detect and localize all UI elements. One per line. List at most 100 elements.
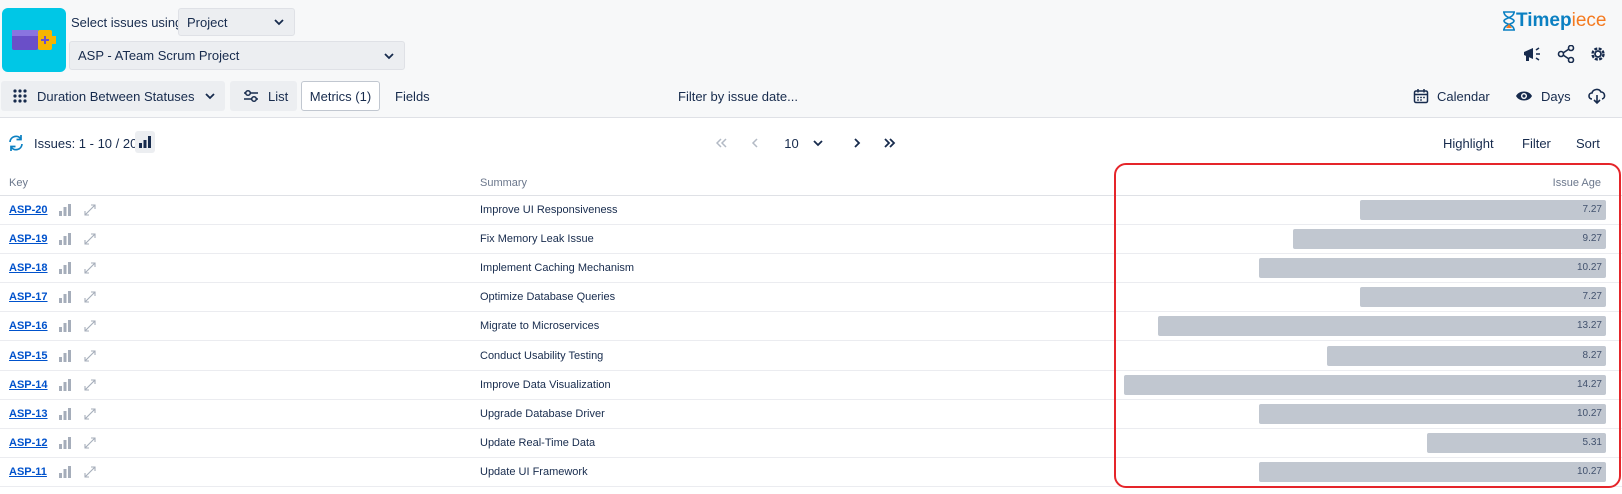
issue-key-link[interactable]: ASP-15 xyxy=(9,350,48,362)
filter-by-date-button[interactable]: Filter by issue date... xyxy=(678,81,818,111)
brand-name-part1: Timep xyxy=(1516,10,1572,31)
expand-icon[interactable] xyxy=(83,203,97,217)
expand-icon[interactable] xyxy=(83,290,97,304)
issue-summary: Migrate to Microservices xyxy=(480,320,600,333)
issue-key-link[interactable]: ASP-19 xyxy=(9,233,48,245)
table-row[interactable]: ASP-14 Improve Data Visualization 14.27 xyxy=(0,371,1622,400)
share-icon[interactable] xyxy=(1556,44,1576,64)
issue-key-link[interactable]: ASP-14 xyxy=(9,379,48,391)
project-dropdown[interactable]: ASP - ATeam Scrum Project xyxy=(69,41,405,70)
issue-summary: Fix Memory Leak Issue xyxy=(480,233,594,246)
table-row[interactable]: ASP-18 Implement Caching Mechanism 10.27 xyxy=(0,254,1622,284)
expand-icon[interactable] xyxy=(83,378,97,392)
bar-chart-icon[interactable] xyxy=(59,320,71,333)
issue-key-link[interactable]: ASP-16 xyxy=(9,320,48,332)
expand-icon[interactable] xyxy=(83,407,97,421)
issue-key-link[interactable]: ASP-13 xyxy=(9,408,48,420)
table-row[interactable]: ASP-20 Improve UI Responsiveness 7.27 xyxy=(0,196,1622,225)
project-value: ASP - ATeam Scrum Project xyxy=(78,48,240,63)
filter-button[interactable]: Filter xyxy=(1522,136,1551,151)
issue-age-value: 7.27 xyxy=(1582,204,1602,215)
metrics-button[interactable]: Metrics (1) xyxy=(301,81,380,111)
issue-age-bar: 14.27 xyxy=(1124,374,1606,395)
gear-icon[interactable] xyxy=(1588,44,1608,64)
grid-icon xyxy=(13,89,27,103)
table-header: Key Summary Issue Age xyxy=(0,168,1622,196)
chevron-down-icon xyxy=(384,52,394,59)
issue-summary: Update Real-Time Data xyxy=(480,436,596,449)
select-issues-label: Select issues using xyxy=(71,15,183,30)
expand-icon[interactable] xyxy=(83,465,97,479)
table-row[interactable]: ASP-12 Update Real-Time Data 5.31 xyxy=(0,429,1622,458)
eye-icon xyxy=(1516,91,1532,101)
table-row[interactable]: ASP-15 Conduct Usability Testing 8.27 xyxy=(0,342,1622,371)
bar-chart-icon[interactable] xyxy=(59,465,71,478)
days-label: Days xyxy=(1541,88,1571,104)
issue-summary: Upgrade Database Driver xyxy=(480,407,605,420)
list-button[interactable]: List xyxy=(230,81,297,111)
expand-icon[interactable] xyxy=(83,436,97,450)
column-header-issue-age[interactable]: Issue Age xyxy=(1553,177,1601,189)
calendar-button[interactable]: Calendar xyxy=(1413,81,1493,111)
first-page-button[interactable] xyxy=(712,132,732,154)
table-row[interactable]: ASP-11 Update UI Framework 10.27 xyxy=(0,458,1622,487)
select-mode-dropdown[interactable]: Project xyxy=(178,8,295,36)
days-button[interactable]: Days xyxy=(1515,81,1575,111)
issue-summary: Update UI Framework xyxy=(480,465,588,478)
issue-age-value: 10.27 xyxy=(1576,407,1602,419)
export-button[interactable] xyxy=(1587,81,1613,111)
issue-key-link[interactable]: ASP-17 xyxy=(9,291,48,303)
table-row[interactable]: ASP-13 Upgrade Database Driver 10.27 xyxy=(0,400,1622,429)
bar-chart-icon[interactable] xyxy=(59,407,71,420)
table-row[interactable]: ASP-16 Migrate to Microservices 13.27 xyxy=(0,312,1622,342)
sort-button[interactable]: Sort xyxy=(1576,136,1600,151)
page-size-dropdown[interactable]: 10 xyxy=(776,132,831,154)
prev-page-button[interactable] xyxy=(745,132,765,154)
bar-chart-icon[interactable] xyxy=(59,378,71,391)
issue-age-bar: 7.27 xyxy=(1360,287,1606,308)
chevron-right-icon xyxy=(854,138,861,148)
issue-age-value: 10.27 xyxy=(1576,465,1602,477)
issue-age-bar: 9.27 xyxy=(1293,229,1606,250)
issue-summary: Implement Caching Mechanism xyxy=(480,262,635,275)
bar-chart-icon[interactable] xyxy=(59,262,71,275)
expand-icon[interactable] xyxy=(83,319,97,333)
issue-age-bar: 10.27 xyxy=(1259,258,1606,279)
bar-chart-icon[interactable] xyxy=(59,349,71,362)
bar-chart-icon[interactable] xyxy=(59,233,71,246)
issue-age-value: 9.27 xyxy=(1582,233,1602,245)
issue-age-value: 8.27 xyxy=(1582,349,1602,361)
column-header-summary[interactable]: Summary xyxy=(480,177,527,189)
battery-icon xyxy=(12,30,56,50)
issue-key-link[interactable]: ASP-20 xyxy=(9,204,48,216)
fields-button[interactable]: Fields xyxy=(392,81,442,111)
last-page-button[interactable] xyxy=(880,132,900,154)
issue-age-bar: 5.31 xyxy=(1427,432,1606,453)
column-header-key[interactable]: Key xyxy=(9,177,28,189)
table-row[interactable]: ASP-17 Optimize Database Queries 7.27 xyxy=(0,283,1622,313)
bar-chart-icon[interactable] xyxy=(59,291,71,304)
expand-icon[interactable] xyxy=(83,232,97,246)
metrics-label: Metrics (1) xyxy=(309,88,372,104)
report-type-dropdown[interactable]: Duration Between Statuses xyxy=(1,81,225,111)
list-label: List xyxy=(268,88,289,104)
chart-toggle-button[interactable] xyxy=(135,131,155,153)
bar-chart-icon[interactable] xyxy=(59,204,71,216)
cloud-download-icon xyxy=(1588,88,1606,105)
announcement-icon[interactable] xyxy=(1522,44,1542,64)
highlight-button[interactable]: Highlight xyxy=(1443,136,1494,151)
app-logo xyxy=(2,8,66,72)
issue-key-link[interactable]: ASP-18 xyxy=(9,262,48,274)
next-page-button[interactable] xyxy=(847,132,867,154)
issue-age-value: 5.31 xyxy=(1582,436,1602,448)
chevron-down-icon xyxy=(274,19,284,26)
filter-by-date-label: Filter by issue date... xyxy=(678,88,798,104)
expand-icon[interactable] xyxy=(83,261,97,275)
refresh-icon[interactable] xyxy=(7,134,25,152)
expand-icon[interactable] xyxy=(83,349,97,363)
table-row[interactable]: ASP-19 Fix Memory Leak Issue 9.27 xyxy=(0,225,1622,255)
issue-key-link[interactable]: ASP-11 xyxy=(9,466,47,478)
issue-key-link[interactable]: ASP-12 xyxy=(9,437,48,449)
issue-age-value: 7.27 xyxy=(1582,291,1602,303)
bar-chart-icon[interactable] xyxy=(59,436,71,449)
